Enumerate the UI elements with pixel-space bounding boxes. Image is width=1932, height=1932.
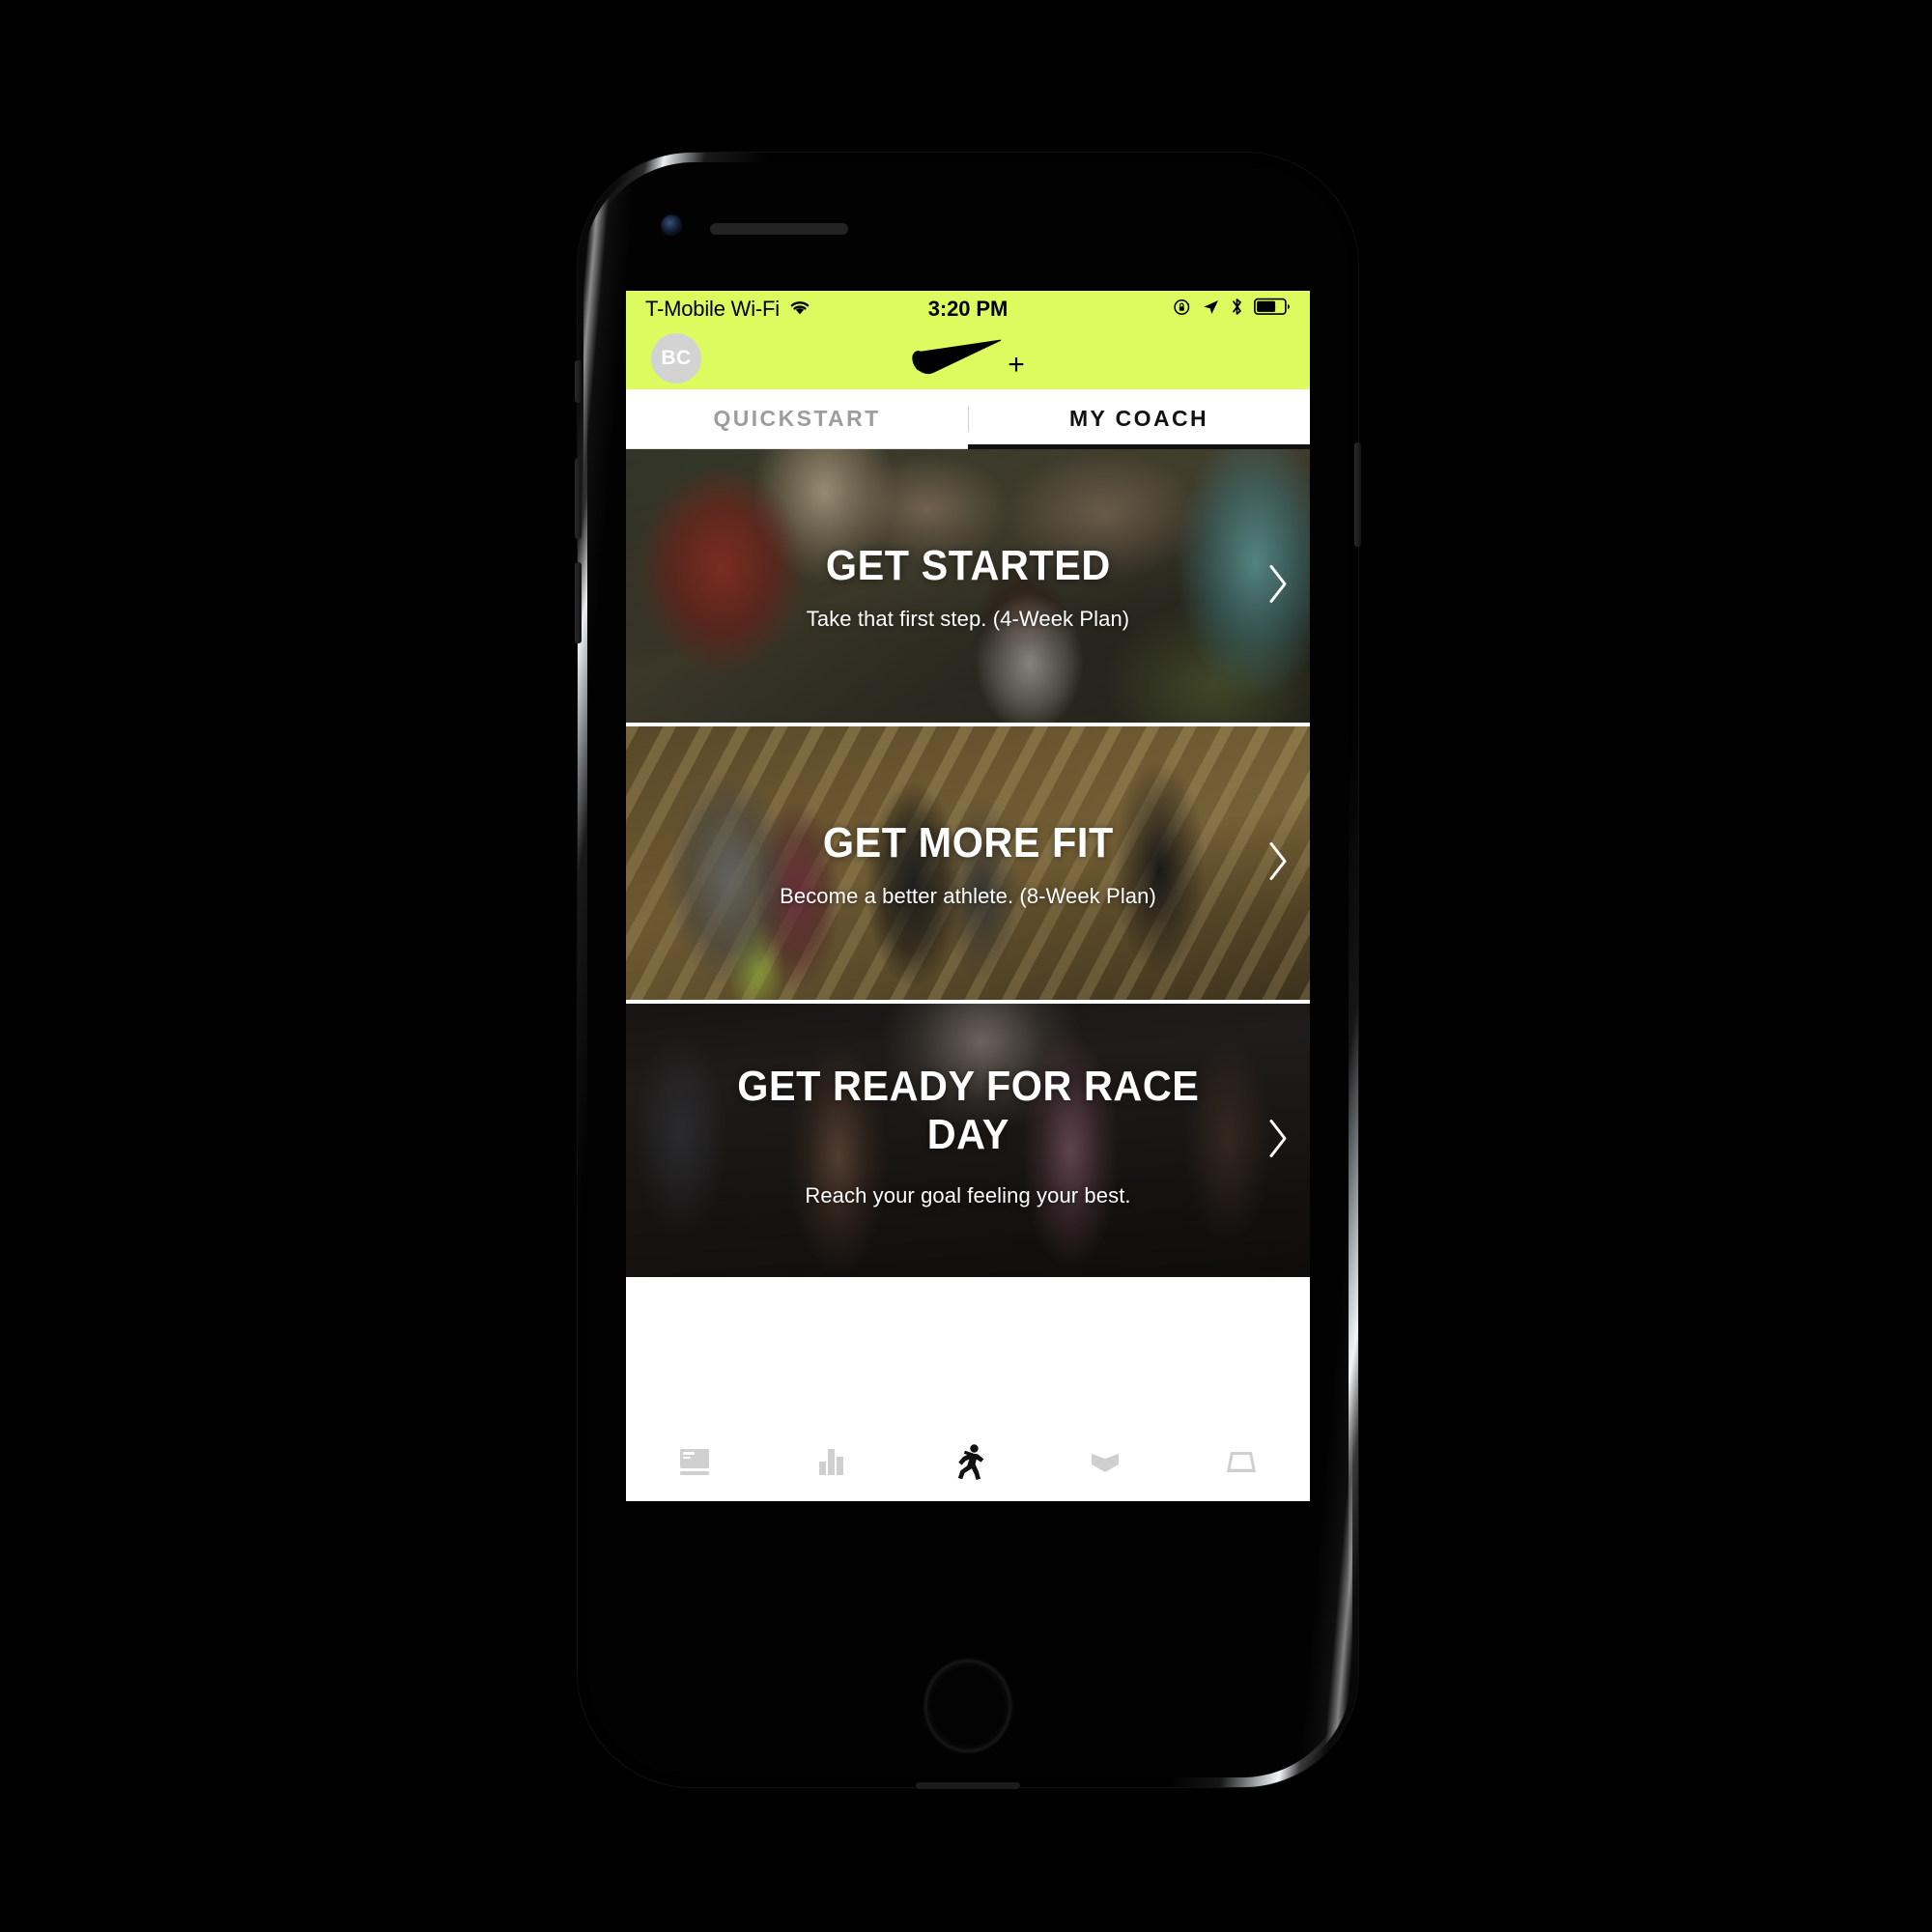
run-icon <box>947 1440 989 1488</box>
activity-chart-icon <box>810 1441 851 1487</box>
plan-card-title: GET STARTED <box>825 541 1111 589</box>
chevron-right-icon[interactable] <box>1265 1117 1291 1164</box>
antenna-nub <box>916 1782 1020 1789</box>
front-camera-icon <box>662 215 681 235</box>
tab-my-coach-label: MY COACH <box>1068 406 1208 431</box>
rotation-lock-icon <box>1173 298 1192 322</box>
chevron-right-icon[interactable] <box>1265 839 1291 887</box>
plan-card-get-more-fit[interactable]: GET MORE FIT Become a better athlete. (8… <box>626 726 1310 1000</box>
status-bar-right <box>1173 297 1291 322</box>
nike-plus-sign: + <box>1008 349 1025 381</box>
volume-down-button[interactable] <box>575 562 582 643</box>
nav-item-activity[interactable] <box>763 1426 900 1501</box>
nav-item-feed[interactable] <box>626 1426 763 1501</box>
tab-quickstart[interactable]: QUICKSTART <box>626 389 968 448</box>
inbox-icon <box>1221 1441 1262 1487</box>
nav-item-run[interactable] <box>899 1426 1037 1501</box>
bluetooth-icon <box>1230 297 1244 322</box>
plan-card-title: GET READY FOR RACE DAY <box>736 1063 1200 1158</box>
silent-switch-button[interactable] <box>575 360 582 403</box>
plan-card-title: GET MORE FIT <box>822 818 1114 867</box>
power-button[interactable] <box>1354 442 1361 547</box>
nav-item-shop[interactable] <box>1037 1426 1174 1501</box>
nike-swoosh-icon <box>911 337 1004 381</box>
plan-card-text: GET READY FOR RACE DAY Reach your goal f… <box>681 1061 1256 1208</box>
plan-card-text: GET MORE FIT Become a better athlete. (8… <box>681 817 1256 909</box>
phone-screen: T-Mobile Wi-Fi 3:20 PM BC + QUICKSTART M… <box>626 291 1310 1501</box>
plan-card-subtitle: Become a better athlete. (8-Week Plan) <box>780 884 1156 909</box>
home-button[interactable] <box>924 1660 1011 1752</box>
plan-card-text: GET STARTED Take that first step. (4-Wee… <box>681 540 1256 632</box>
tab-my-coach[interactable]: MY COACH <box>968 389 1310 449</box>
iphone-device-frame: T-Mobile Wi-Fi 3:20 PM BC + QUICKSTART M… <box>575 153 1361 1789</box>
plan-card-get-started[interactable]: GET STARTED Take that first step. (4-Wee… <box>626 449 1310 723</box>
plan-card-subtitle: Reach your goal feeling your best. <box>805 1182 1131 1208</box>
plan-card-get-ready-for-race-day[interactable]: GET READY FOR RACE DAY Reach your goal f… <box>626 1004 1310 1277</box>
volume-up-button[interactable] <box>575 458 582 539</box>
bottom-navigation-bar <box>626 1426 1310 1501</box>
screenshot-stage: T-Mobile Wi-Fi 3:20 PM BC + QUICKSTART M… <box>0 0 1932 1932</box>
status-bar: T-Mobile Wi-Fi 3:20 PM <box>626 291 1310 327</box>
nike-plus-logo: + <box>626 337 1310 381</box>
coach-plan-list[interactable]: GET STARTED Take that first step. (4-Wee… <box>626 449 1310 1501</box>
nav-item-inbox[interactable] <box>1173 1426 1310 1501</box>
location-arrow-icon <box>1202 298 1220 321</box>
segment-tab-bar: QUICKSTART MY COACH <box>626 389 1310 449</box>
app-header: BC + <box>626 327 1310 389</box>
tab-quickstart-label: QUICKSTART <box>713 406 881 431</box>
plan-card-subtitle: Take that first step. (4-Week Plan) <box>806 607 1130 632</box>
earpiece-speaker <box>710 223 848 235</box>
battery-icon <box>1254 298 1291 321</box>
shop-icon <box>1085 1441 1125 1487</box>
chevron-right-icon[interactable] <box>1265 562 1291 610</box>
feed-icon <box>674 1441 715 1487</box>
